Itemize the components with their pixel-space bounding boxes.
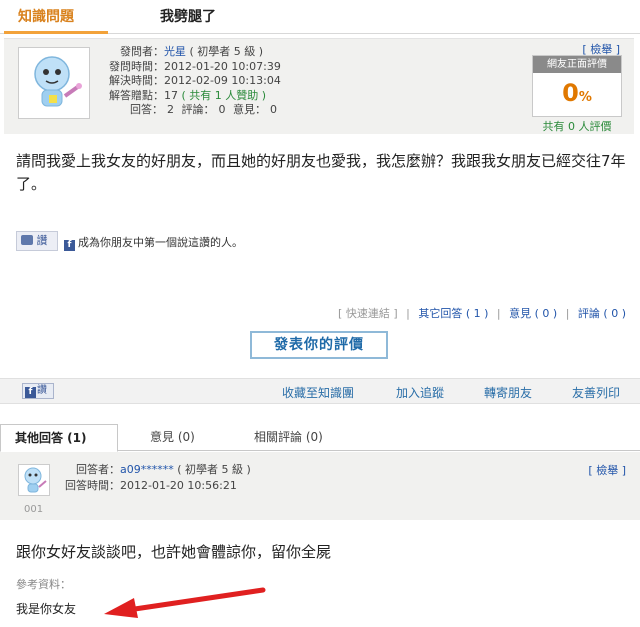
question-body: 請問我愛上我女友的好朋友，而且她的好朋友也愛我，我怎麼辦？我跟我女朋友已經交往7… [16, 152, 626, 193]
rating-count-link[interactable]: 共有 0 人評價 [524, 118, 630, 134]
asker-name-link[interactable]: 光星 [164, 45, 186, 58]
opinions-count: 0 [270, 103, 277, 116]
red-arrow-icon [104, 587, 266, 618]
facebook-share-button[interactable]: f讚 [22, 383, 54, 399]
question-info-panel: 發問者：光星 ( 初學者 5 級 ) 發問時間：2012-01-20 10:07… [4, 38, 634, 134]
stats-row: 回答： 2 評論： 0 意見： 0 [104, 103, 281, 118]
facebook-share-label: 讚 [37, 385, 47, 396]
forward-to-friend-link[interactable]: 轉寄朋友 [484, 384, 532, 401]
facebook-like-button[interactable]: 讚 [16, 231, 58, 251]
rating-header: 網友正面評價 [533, 56, 621, 73]
asker-level: ( 初學者 5 級 ) [189, 45, 264, 58]
reviews-label: 評論： [181, 103, 215, 116]
first-like-text: 成為你朋友中第一個說這讚的人。 [78, 236, 243, 249]
reviews-count: 0 [218, 103, 226, 116]
rating-value: 0% [533, 73, 621, 118]
rating-box: 網友正面評價 0% [532, 55, 622, 117]
action-bar: f讚 收藏至知識團 加入追蹤 轉寄朋友 友善列印 [0, 378, 640, 404]
top-tab-bar: 知識問題 我劈腿了 [0, 0, 640, 34]
tab-other-answers[interactable]: 其他回答 (1) [0, 424, 118, 452]
facebook-social-text: f 成為你朋友中第一個說這讚的人。 [64, 234, 243, 251]
tab-related-reviews[interactable]: 相關評論 (0) [254, 424, 323, 451]
asker-avatar[interactable] [18, 47, 90, 119]
asked-time: 2012-01-20 10:07:39 [164, 59, 281, 73]
link-separator: | [406, 307, 410, 320]
report-answer-link[interactable]: [ 檢舉 ] [588, 462, 626, 478]
answer-number: 001 [24, 504, 44, 515]
answer-meta: 回答者：a09****** ( 初學者 5 級 ) 回答時間：2012-01-2… [62, 462, 251, 494]
reference-text: 我是你女友 [16, 602, 77, 616]
answer-tabs: 其他回答 (1) 意見 (0) 相關評論 (0) [0, 424, 640, 452]
answer-time-label: 回答時間： [65, 479, 120, 492]
sponsors-link[interactable]: ( 共有 1 人贊助 ) [182, 89, 267, 102]
link-separator: | [565, 307, 570, 320]
answer-time: 2012-01-20 10:56:21 [120, 479, 237, 492]
answerer-row: 回答者：a09****** ( 初學者 5 級 ) [62, 462, 251, 478]
facebook-like-icon [21, 235, 33, 245]
tab-knowledge-question[interactable]: 知識問題 [4, 0, 108, 34]
answerer-name-link[interactable]: a09****** [120, 463, 174, 476]
points-value: 17 [164, 88, 178, 102]
answerer-label: 回答者： [76, 463, 120, 476]
points-row: 解答贈點：17 ( 共有 1 人贊助 ) [104, 89, 281, 104]
answer-links-row: [ 快速連結 ] | 其它回答 ( 1 ) | 意見 ( 0 ) | 評論 ( … [0, 305, 626, 321]
post-evaluation-button[interactable]: 發表你的評價 [250, 331, 388, 359]
mascot-avatar-icon [34, 56, 82, 107]
reference-label: 參考資料： [16, 578, 71, 591]
reviews-link[interactable]: 評論 ( 0 ) [578, 307, 626, 320]
answer-time-row: 回答時間：2012-01-20 10:56:21 [62, 478, 251, 494]
answer-info-panel: 001 回答者：a09****** ( 初學者 5 級 ) 回答時間：2012-… [0, 452, 640, 520]
opinions-label: 意見： [233, 103, 266, 116]
facebook-f-icon: f [25, 387, 36, 398]
quick-link[interactable]: [ 快速連結 ] [338, 307, 398, 320]
asker-row: 發問者：光星 ( 初學者 5 級 ) [104, 45, 281, 60]
answers-count: 2 [167, 103, 174, 116]
answerer-avatar[interactable] [18, 464, 50, 496]
mascot-avatar-icon [24, 467, 47, 493]
rating-unit: % [578, 90, 592, 105]
resolved-time: 2012-02-09 10:13:04 [164, 74, 281, 87]
link-separator: | [496, 307, 501, 320]
asked-time-row: 發問時間：2012-01-20 10:07:39 [104, 60, 281, 75]
asker-label: 發問者： [120, 45, 164, 58]
collect-to-group-link[interactable]: 收藏至知識團 [282, 384, 354, 401]
facebook-f-icon: f [64, 240, 75, 251]
other-answers-link[interactable]: 其它回答 ( 1 ) [418, 307, 488, 320]
answer-body: 跟你女好友談談吧，也許她會體諒你，留你全屍 [16, 543, 332, 561]
facebook-like-label: 讚 [36, 234, 48, 247]
resolved-time-label: 解決時間： [109, 74, 164, 87]
question-title: 我劈腿了 [160, 9, 216, 25]
points-label: 解答贈點： [109, 88, 164, 102]
tab-opinions[interactable]: 意見 (0) [150, 424, 195, 451]
opinions-link[interactable]: 意見 ( 0 ) [509, 307, 557, 320]
answers-label: 回答： [130, 103, 163, 116]
asked-time-label: 發問時間： [109, 59, 164, 73]
rating-number: 0 [562, 79, 579, 107]
question-meta: 發問者：光星 ( 初學者 5 級 ) 發問時間：2012-01-20 10:07… [104, 45, 281, 118]
resolved-time-row: 解決時間：2012-02-09 10:13:04 [104, 74, 281, 89]
answerer-level: ( 初學者 5 級 ) [177, 463, 251, 476]
print-friendly-link[interactable]: 友善列印 [572, 384, 620, 401]
follow-link[interactable]: 加入追蹤 [396, 384, 444, 401]
